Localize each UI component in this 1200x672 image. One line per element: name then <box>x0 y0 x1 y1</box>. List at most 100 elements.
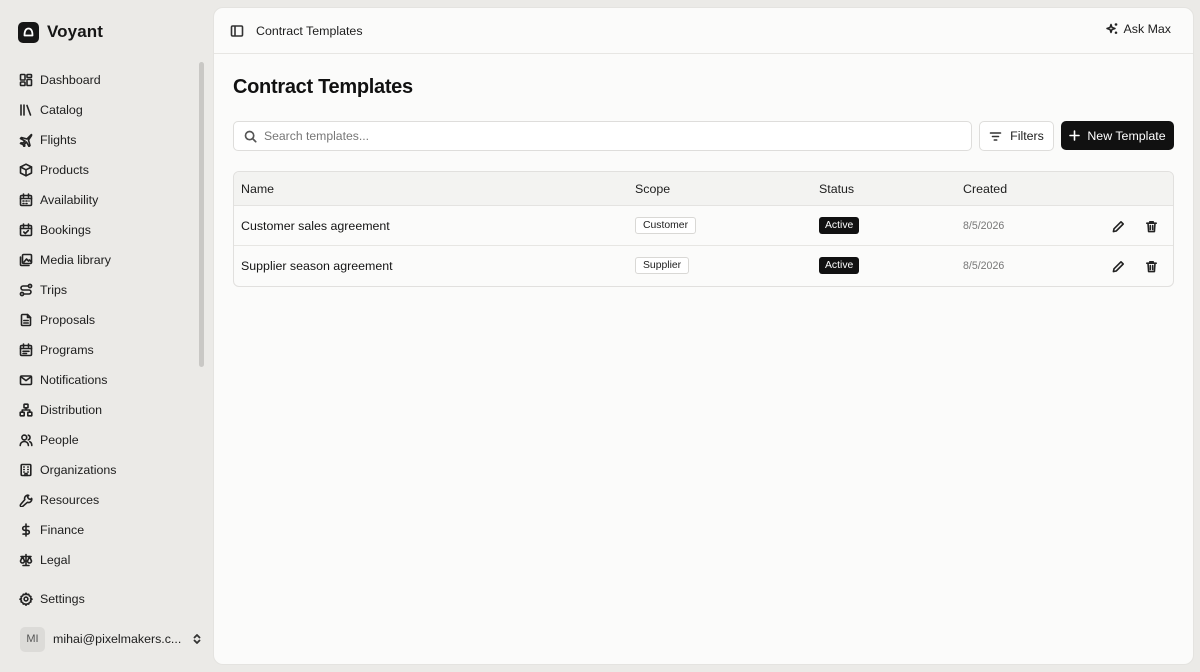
images-icon <box>19 253 33 267</box>
pencil-icon <box>1112 220 1124 232</box>
search-icon <box>244 130 257 143</box>
file-text-icon <box>19 313 33 327</box>
brand[interactable]: Voyant <box>18 20 103 44</box>
sidebar-item-label: Media library <box>40 253 111 267</box>
sidebar-item-media-library[interactable]: Media library <box>0 245 200 275</box>
sidebar-item-label: Programs <box>40 343 94 357</box>
sidebar-nav: Dashboard Catalog Flights Products Avail… <box>0 65 200 575</box>
sidebar-item-availability[interactable]: Availability <box>0 185 200 215</box>
gear-icon <box>19 592 33 606</box>
sidebar-item-label: Dashboard <box>40 73 101 87</box>
created-date: 8/5/2026 <box>963 220 1005 232</box>
page-title: Contract Templates <box>233 76 413 98</box>
ask-max-button[interactable]: Ask Max <box>1105 22 1171 36</box>
user-menu[interactable]: MI mihai@pixelmakers.c... <box>20 625 203 653</box>
sidebar-item-label: Settings <box>40 592 85 606</box>
sidebar-scrollbar[interactable] <box>199 62 204 367</box>
users-icon <box>19 433 33 447</box>
pencil-icon <box>1112 260 1124 272</box>
table-header: Name Scope Status Created <box>234 172 1173 206</box>
route-icon <box>19 283 33 297</box>
column-header-name[interactable]: Name <box>241 182 274 196</box>
plane-icon <box>19 133 33 147</box>
filters-label: Filters <box>1010 129 1044 143</box>
search-box[interactable] <box>233 121 972 151</box>
calendar-check-icon <box>19 223 33 237</box>
library-icon <box>19 103 33 117</box>
edit-button[interactable] <box>1110 218 1126 234</box>
breadcrumb: Contract Templates <box>256 23 363 38</box>
column-header-created[interactable]: Created <box>963 182 1007 196</box>
sidebar-item-trips[interactable]: Trips <box>0 275 200 305</box>
sidebar-item-label: Organizations <box>40 463 117 477</box>
sidebar-item-settings[interactable]: Settings <box>0 584 200 614</box>
sidebar-item-legal[interactable]: Legal <box>0 545 200 575</box>
network-icon <box>19 403 33 417</box>
scale-icon <box>19 553 33 567</box>
sidebar-item-label: People <box>40 433 79 447</box>
voyant-logo-icon <box>18 21 39 43</box>
sidebar-item-label: Catalog <box>40 103 83 117</box>
templates-table: Name Scope Status Created Customer sales… <box>233 171 1174 287</box>
calendar-icon <box>19 193 33 207</box>
mail-icon <box>19 373 33 387</box>
delete-button[interactable] <box>1143 218 1159 234</box>
sidebar-item-people[interactable]: People <box>0 425 200 455</box>
scope-badge: Supplier <box>635 257 690 274</box>
panel-left-icon <box>230 24 244 37</box>
sidebar-item-label: Resources <box>40 493 100 507</box>
new-template-button[interactable]: New Template <box>1061 121 1174 150</box>
delete-button[interactable] <box>1143 258 1159 274</box>
main-panel: Contract Templates Ask Max Contract Temp… <box>213 7 1194 665</box>
sparkles-icon <box>1106 23 1118 34</box>
sidebar-item-finance[interactable]: Finance <box>0 515 200 545</box>
brand-name: Voyant <box>47 22 104 41</box>
sidebar-item-resources[interactable]: Resources <box>0 485 200 515</box>
sidebar-item-distribution[interactable]: Distribution <box>0 395 200 425</box>
scope-badge: Customer <box>635 217 697 234</box>
sidebar: Voyant Dashboard Catalog Flights Product… <box>0 0 212 672</box>
sidebar-item-flights[interactable]: Flights <box>0 125 200 155</box>
sidebar-toggle-button[interactable] <box>230 24 244 38</box>
edit-button[interactable] <box>1110 258 1126 274</box>
status-badge: Active <box>819 217 860 234</box>
sidebar-item-label: Proposals <box>40 313 96 327</box>
dashboard-icon <box>19 73 33 87</box>
template-name[interactable]: Supplier season agreement <box>241 259 393 273</box>
plus-icon <box>1069 130 1081 141</box>
search-input[interactable] <box>264 129 914 143</box>
filter-lines-icon <box>989 131 1002 141</box>
sidebar-item-bookings[interactable]: Bookings <box>0 215 200 245</box>
sidebar-item-proposals[interactable]: Proposals <box>0 305 200 335</box>
dollar-icon <box>19 523 33 537</box>
sidebar-item-programs[interactable]: Programs <box>0 335 200 365</box>
sidebar-item-label: Finance <box>40 523 85 537</box>
template-name[interactable]: Customer sales agreement <box>241 219 390 233</box>
filters-button[interactable]: Filters <box>979 121 1054 151</box>
column-header-scope[interactable]: Scope <box>635 182 670 196</box>
chevrons-up-down-icon <box>193 634 201 644</box>
ask-max-label: Ask Max <box>1123 22 1171 36</box>
sidebar-item-label: Flights <box>40 133 77 147</box>
sidebar-item-products[interactable]: Products <box>0 155 200 185</box>
sidebar-item-organizations[interactable]: Organizations <box>0 455 200 485</box>
avatar: MI <box>20 626 45 652</box>
sidebar-item-catalog[interactable]: Catalog <box>0 95 200 125</box>
topbar: Contract Templates Ask Max <box>214 8 1193 54</box>
building-icon <box>19 463 33 477</box>
table-row[interactable]: Supplier season agreement Supplier Activ… <box>234 246 1173 286</box>
sidebar-item-label: Availability <box>40 193 99 207</box>
status-badge: Active <box>819 257 860 274</box>
sidebar-item-label: Notifications <box>40 373 108 387</box>
sidebar-item-label: Products <box>40 163 89 177</box>
sidebar-item-label: Distribution <box>40 403 102 417</box>
sidebar-item-label: Trips <box>40 283 68 297</box>
created-date: 8/5/2026 <box>963 260 1005 272</box>
user-email: mihai@pixelmakers.c... <box>53 632 182 646</box>
column-header-status[interactable]: Status <box>819 182 854 196</box>
new-template-label: New Template <box>1087 128 1166 143</box>
sidebar-item-dashboard[interactable]: Dashboard <box>0 65 200 95</box>
sidebar-item-notifications[interactable]: Notifications <box>0 365 200 395</box>
trash-icon <box>1145 220 1157 232</box>
table-row[interactable]: Customer sales agreement Customer Active… <box>234 206 1173 246</box>
